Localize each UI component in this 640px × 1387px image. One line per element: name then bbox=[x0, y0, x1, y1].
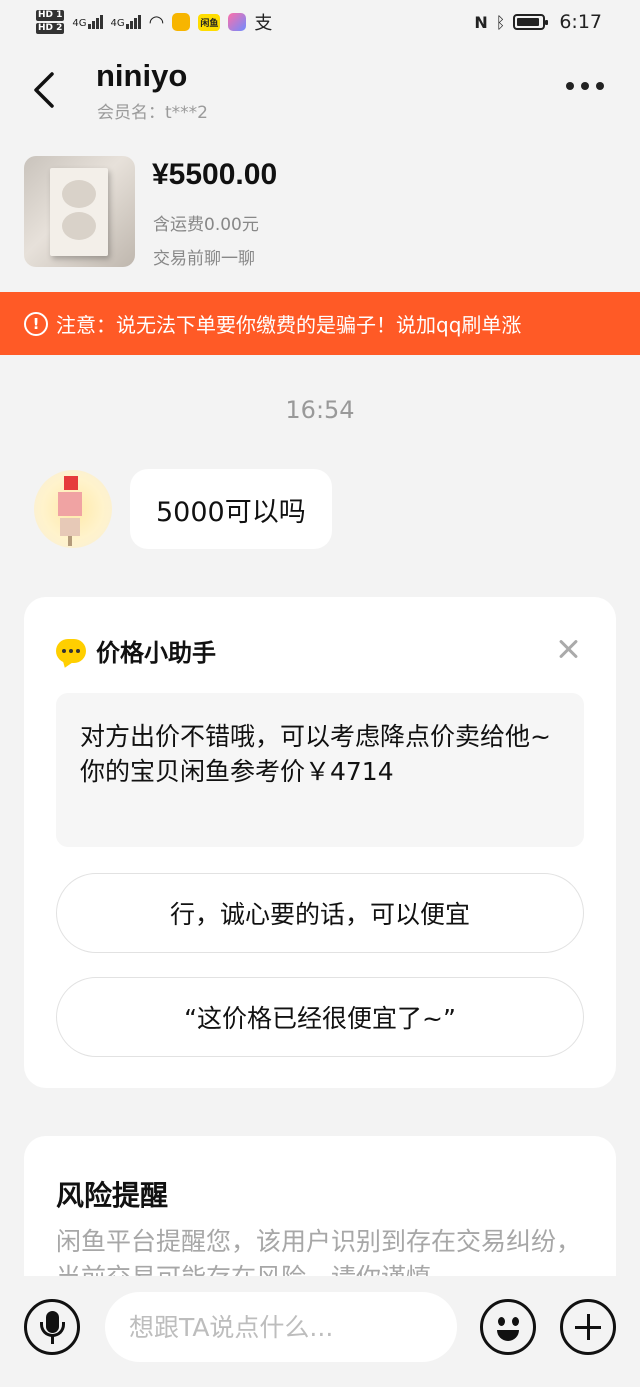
price-helper-title: 价格小助手 bbox=[96, 639, 216, 667]
price-helper-message: 对方出价不错哦，可以考虑降点价卖给他~ 你的宝贝闲鱼参考价￥4714 bbox=[56, 693, 584, 847]
network-type-1: 4G bbox=[72, 18, 87, 29]
wifi-icon: ◠ bbox=[148, 11, 165, 33]
member-name: 会员名：t***2 bbox=[97, 103, 208, 123]
more-options-icon[interactable] bbox=[566, 82, 604, 90]
back-arrow-icon[interactable] bbox=[30, 70, 60, 110]
nfc-icon: N bbox=[474, 12, 488, 32]
clock: 6:17 bbox=[559, 11, 602, 33]
contact-name: niniyo bbox=[96, 58, 188, 93]
store-app-icon bbox=[228, 13, 247, 31]
sim2-label: HD 2 bbox=[36, 23, 65, 34]
scam-warning-banner[interactable]: ! 注意：说无法下单要你缴费的是骗子！说加qq刷单涨 bbox=[0, 292, 640, 355]
microphone-icon[interactable] bbox=[24, 1299, 80, 1355]
warning-text: 注意：说无法下单要你缴费的是骗子！说加qq刷单涨 bbox=[56, 313, 522, 337]
sim1-label: HD 1 bbox=[36, 10, 65, 21]
alipay-icon: 支 bbox=[254, 13, 273, 34]
status-right: N ᛒ 6:17 bbox=[474, 11, 602, 33]
emoji-icon[interactable] bbox=[480, 1299, 536, 1355]
risk-text: 闲鱼平台提醒您，该用户识别到存在交易纠纷，当前交易可能存在风险，请你谨慎 bbox=[56, 1227, 582, 1276]
price-helper-header: 价格小助手 bbox=[56, 633, 216, 668]
warning-icon: ! bbox=[24, 311, 48, 336]
input-bar bbox=[0, 1276, 640, 1387]
price-helper-message-line2: 你的宝贝闲鱼参考价￥4714 bbox=[80, 757, 394, 786]
chat-header: niniyo 会员名：t***2 bbox=[0, 52, 640, 132]
signal-icon-2: 4G bbox=[111, 15, 141, 29]
sim-indicator: HD 1 HD 2 bbox=[36, 10, 65, 34]
message-bubble[interactable]: 5000可以吗 bbox=[130, 469, 332, 549]
status-bar: HD 1 HD 2 4G 4G ◠ 闲鱼 支 N ᛒ 6:17 bbox=[0, 0, 640, 44]
signal-icon: 4G bbox=[72, 15, 103, 29]
product-box-graphic bbox=[50, 168, 108, 256]
reply-option-button[interactable]: 行，诚心要的话，可以便宜 bbox=[56, 873, 584, 953]
price-helper-card: 价格小助手 对方出价不错哦，可以考虑降点价卖给他~ 你的宝贝闲鱼参考价￥4714… bbox=[24, 597, 616, 1088]
network-type-2: 4G bbox=[110, 18, 125, 29]
xianyu-notification-icon: 闲鱼 bbox=[198, 13, 221, 31]
bluetooth-icon: ᛒ bbox=[495, 12, 506, 32]
chat-bubble-icon bbox=[56, 638, 86, 663]
product-card[interactable]: ¥5500.00 含运费0.00元 交易前聊一聊 bbox=[0, 150, 640, 280]
avatar[interactable] bbox=[34, 470, 112, 548]
product-image[interactable] bbox=[24, 156, 135, 267]
shipping-info: 含运费0.00元 bbox=[153, 215, 259, 235]
product-price: ¥5500.00 bbox=[152, 158, 278, 191]
message-input[interactable] bbox=[105, 1292, 457, 1362]
price-helper-message-line1: 对方出价不错哦，可以考虑降点价卖给他~ bbox=[80, 722, 551, 751]
reply-option-button[interactable]: “这价格已经很便宜了~” bbox=[56, 977, 584, 1057]
close-icon[interactable] bbox=[554, 635, 582, 663]
chat-prompt: 交易前聊一聊 bbox=[153, 249, 255, 269]
risk-title: 风险提醒 bbox=[56, 1179, 169, 1212]
risk-reminder-card: 风险提醒 闲鱼平台提醒您，该用户识别到存在交易纠纷，当前交易可能存在风险，请你谨… bbox=[24, 1136, 616, 1276]
status-left: HD 1 HD 2 4G 4G ◠ 闲鱼 支 bbox=[36, 9, 272, 35]
plus-icon[interactable] bbox=[560, 1299, 616, 1355]
battery-icon bbox=[513, 14, 549, 30]
notification-app-icon bbox=[172, 13, 191, 31]
message-timestamp: 16:54 bbox=[285, 396, 355, 424]
